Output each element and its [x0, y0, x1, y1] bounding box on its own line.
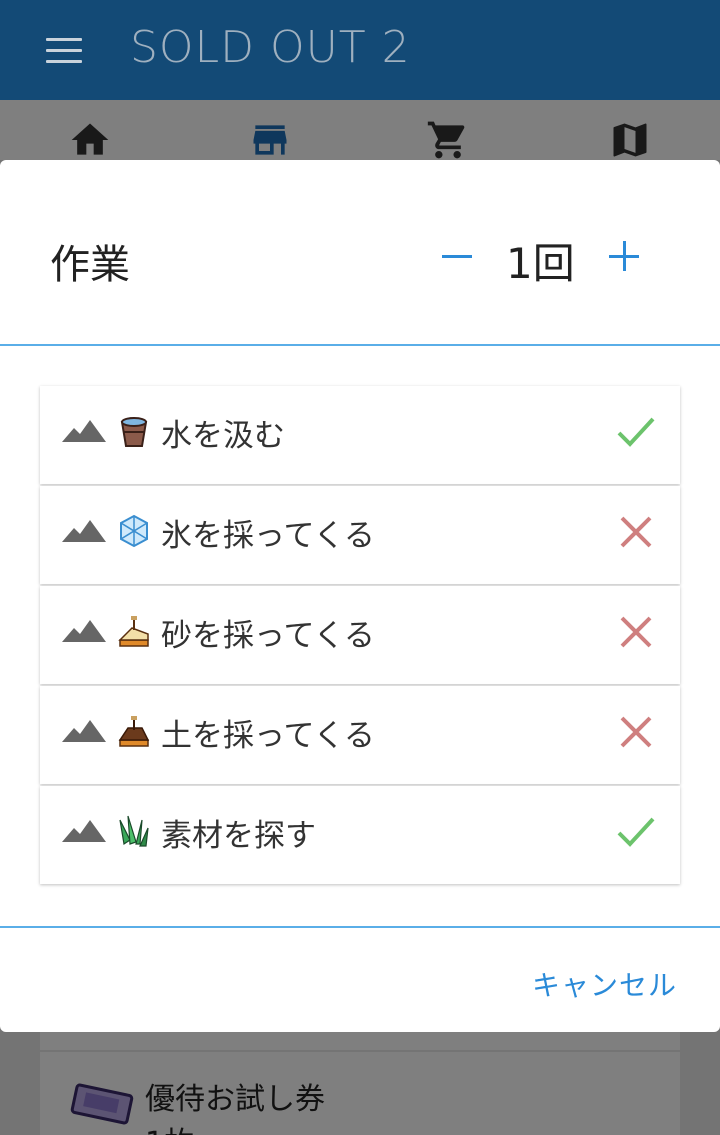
- footer-divider: [0, 926, 720, 928]
- hamburger-menu-icon[interactable]: [46, 38, 82, 64]
- header-divider: [0, 344, 720, 346]
- task-item-draw-water[interactable]: 水を汲む: [40, 386, 680, 484]
- task-label: 砂を採ってくる: [161, 618, 375, 654]
- cross-icon: [620, 516, 652, 548]
- check-icon: [617, 417, 655, 447]
- mountain-icon: [62, 520, 106, 542]
- count-value: 1回: [506, 239, 575, 288]
- dialog-title: 作業: [50, 242, 130, 288]
- task-label: 氷を採ってくる: [161, 518, 375, 554]
- increment-button[interactable]: [607, 238, 641, 272]
- check-icon: [617, 817, 655, 847]
- mountain-icon: [62, 420, 106, 442]
- mountain-icon: [62, 620, 106, 642]
- app-title: SOLD OUT 2: [130, 22, 411, 73]
- cross-icon: [620, 716, 652, 748]
- ice-icon: [120, 514, 148, 548]
- task-item-search-materials[interactable]: 素材を探す: [40, 786, 680, 884]
- cross-icon: [620, 616, 652, 648]
- app-bar: SOLD OUT 2: [0, 0, 720, 100]
- task-label: 素材を探す: [161, 818, 316, 854]
- task-item-gather-sand[interactable]: 砂を採ってくる: [40, 586, 680, 684]
- task-item-gather-ice[interactable]: 氷を採ってくる: [40, 486, 680, 584]
- mountain-icon: [62, 820, 106, 842]
- grass-icon: [119, 815, 149, 847]
- task-list: 水を汲む 氷を採ってくる 砂を採ってくる 土を採ってくる 素材を探す: [40, 386, 680, 886]
- decrement-button[interactable]: [440, 238, 474, 272]
- task-item-gather-soil[interactable]: 土を採ってくる: [40, 686, 680, 784]
- cancel-button[interactable]: キャンセル: [532, 964, 677, 1004]
- task-label: 水を汲む: [161, 418, 285, 454]
- task-dialog: 作業 1回 水を汲む 氷を採ってくる 砂を採ってくる 土を採ってくる 素材を探す…: [0, 160, 720, 1032]
- bucket-icon: [120, 417, 148, 447]
- task-label: 土を採ってくる: [161, 718, 375, 754]
- soil-icon: [118, 716, 150, 747]
- mountain-icon: [62, 720, 106, 742]
- sand-icon: [118, 616, 149, 647]
